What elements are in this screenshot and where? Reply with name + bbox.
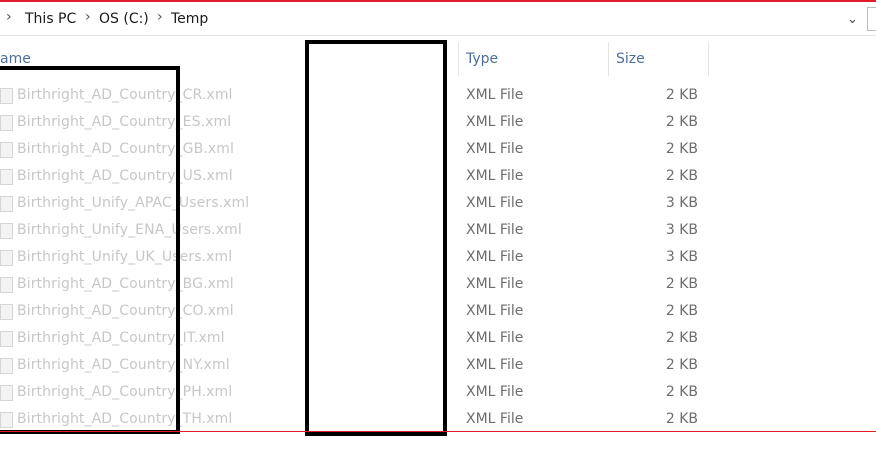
file-type: XML File [466,87,524,103]
file-type: XML File [466,114,524,130]
redaction-box-name-column [0,66,180,434]
file-size: 2 KB [665,384,698,400]
file-size: 3 KB [665,222,698,238]
file-size: 2 KB [665,276,698,292]
file-type: XML File [466,357,524,373]
window-bottom-border [0,431,876,432]
chevron-right-icon[interactable]: › [157,9,163,25]
file-size: 2 KB [665,168,698,184]
breadcrumb-item-os-c[interactable]: OS (C:) [99,11,149,27]
file-size: 2 KB [665,357,698,373]
file-type: XML File [466,303,524,319]
chevron-right-icon[interactable]: › [6,9,12,25]
file-type: XML File [466,411,524,427]
column-header-size[interactable]: Size [616,51,645,85]
breadcrumb-item-temp[interactable]: Temp [171,11,208,27]
column-divider[interactable] [708,42,709,76]
refresh-button[interactable] [867,7,876,31]
file-size: 3 KB [665,195,698,211]
file-type: XML File [466,222,524,238]
file-size: 3 KB [665,249,698,265]
redaction-box-date-column [305,40,447,436]
column-header-type[interactable]: Type [466,51,498,85]
breadcrumb-item-this-pc[interactable]: This PC [25,11,76,27]
file-type: XML File [466,141,524,157]
chevron-down-icon[interactable]: ⌄ [847,12,858,27]
file-type: XML File [466,249,524,265]
file-size: 2 KB [665,330,698,346]
column-divider[interactable] [458,42,459,76]
address-bar[interactable]: › This PC › OS (C:) › Temp ⌄ [0,2,876,36]
file-size: 2 KB [665,87,698,103]
file-type: XML File [466,384,524,400]
file-size: 2 KB [665,411,698,427]
file-type: XML File [466,276,524,292]
file-size: 2 KB [665,114,698,130]
file-type: XML File [466,195,524,211]
file-size: 2 KB [665,303,698,319]
chevron-right-icon[interactable]: › [85,9,91,25]
file-type: XML File [466,168,524,184]
column-divider[interactable] [608,42,609,76]
file-size: 2 KB [665,141,698,157]
file-type: XML File [466,330,524,346]
